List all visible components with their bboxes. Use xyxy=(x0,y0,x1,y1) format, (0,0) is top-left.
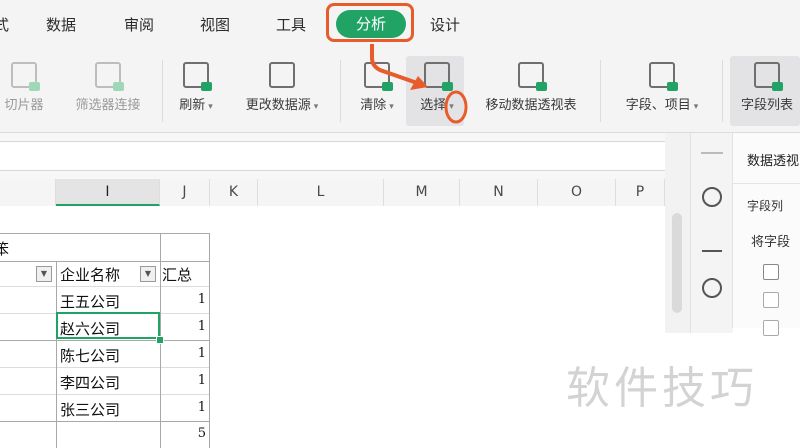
tab-design[interactable]: 设计 xyxy=(430,14,460,35)
header-company-cell[interactable]: 企业名称 xyxy=(60,264,120,285)
header-total-cell[interactable]: 汇总 xyxy=(162,264,192,285)
total-cell[interactable]: 1 xyxy=(166,319,206,334)
menu-tab-bar: 式 数据 审阅 视图 工具 分析 设计 xyxy=(0,0,800,50)
pivot-field-panel: 数据透视 字段列 将字段 xyxy=(732,133,800,336)
column-header-p[interactable]: P xyxy=(616,179,665,206)
drag-handle-icon[interactable] xyxy=(701,152,723,154)
column-header-row: I J K L M N O P xyxy=(0,179,665,207)
panel-divider xyxy=(733,183,800,184)
column-header-m[interactable]: M xyxy=(384,179,460,206)
scrollbar-thumb[interactable] xyxy=(672,213,682,313)
company-cell[interactable]: 王五公司 xyxy=(60,291,120,312)
refresh-dropdown-icon[interactable]: ▾ xyxy=(208,102,213,112)
company-cell[interactable]: 陈七公司 xyxy=(60,345,120,366)
filter-connection-button[interactable]: 筛选器连接 xyxy=(62,58,154,113)
field-list-section[interactable]: 字段列 xyxy=(747,197,783,214)
refresh-button[interactable]: 刷新 ▾ xyxy=(168,58,224,113)
total-cell[interactable]: 1 xyxy=(166,346,206,361)
field-list-button[interactable]: 字段列表 xyxy=(734,58,800,113)
clear-icon xyxy=(364,62,393,91)
slicer-label: 切片器 xyxy=(4,98,44,113)
field-checkbox[interactable] xyxy=(763,292,779,308)
formula-bar-area xyxy=(0,133,690,179)
total-cell[interactable]: 1 xyxy=(166,400,206,415)
column-header-o[interactable]: O xyxy=(538,179,616,206)
clear-label: 清除 xyxy=(360,98,387,113)
filter-connection-label: 筛选器连接 xyxy=(75,98,141,113)
ribbon-toolbar: 切片器 筛选器连接 刷新 ▾ 更改数据源 ▾ 清除 ▾ 选择 ▾ 移动数据透视表 字段、… xyxy=(0,50,800,133)
grand-total-cell[interactable]: 5 xyxy=(166,426,206,441)
clear-dropdown-icon[interactable]: ▾ xyxy=(389,102,394,112)
tab-format[interactable]: 式 xyxy=(0,14,9,35)
select-dropdown-icon[interactable]: ▾ xyxy=(449,102,454,112)
pivot-border xyxy=(0,261,210,262)
ribbon-divider xyxy=(722,60,723,122)
select-button[interactable]: 选择 ▾ xyxy=(410,58,464,113)
field-checkbox[interactable] xyxy=(763,320,779,336)
column-header-j[interactable]: J xyxy=(160,179,210,206)
watermark-text: 软件技巧 xyxy=(566,363,758,414)
pivot-border xyxy=(0,421,210,422)
total-cell[interactable]: 1 xyxy=(166,373,206,388)
fields-items-icon xyxy=(649,62,678,91)
text-style-icon[interactable] xyxy=(702,232,722,252)
pivot-border xyxy=(0,367,210,368)
pivot-border xyxy=(0,286,210,287)
annotation-highlight-box xyxy=(326,3,414,42)
tab-view[interactable]: 视图 xyxy=(200,14,230,35)
total-cell[interactable]: 1 xyxy=(166,292,206,307)
change-source-button[interactable]: 更改数据源 ▾ xyxy=(232,58,332,113)
refresh-icon xyxy=(183,62,212,91)
company-cell[interactable]: 张三公司 xyxy=(60,399,120,420)
change-source-label: 更改数据源 xyxy=(245,98,311,113)
slicer-button[interactable]: 切片器 xyxy=(0,58,52,113)
panel-hint: 将字段 xyxy=(751,235,791,250)
select-label: 选择 xyxy=(420,98,447,113)
ribbon-divider xyxy=(162,60,163,122)
chevron-down-icon[interactable]: ▼ xyxy=(36,266,52,282)
filter-connection-icon xyxy=(95,62,124,91)
tab-data[interactable]: 数据 xyxy=(46,14,76,35)
change-source-dropdown-icon[interactable]: ▾ xyxy=(314,102,319,112)
shapes-icon[interactable] xyxy=(702,187,722,207)
move-pivot-button[interactable]: 移动数据透视表 xyxy=(474,58,588,113)
tab-review[interactable]: 审阅 xyxy=(124,14,154,35)
refresh-label: 刷新 xyxy=(179,98,206,113)
company-cell[interactable]: 李四公司 xyxy=(60,372,120,393)
pivot-border xyxy=(56,261,57,448)
move-pivot-label: 移动数据透视表 xyxy=(485,98,577,113)
chevron-down-icon[interactable]: ▼ xyxy=(140,266,156,282)
column-header-l[interactable]: L xyxy=(258,179,384,206)
column-header-hidden[interactable] xyxy=(0,179,56,206)
field-checkbox[interactable] xyxy=(763,264,779,280)
fields-items-button[interactable]: 字段、项目 ▾ xyxy=(612,58,712,113)
pivot-title-cell[interactable]: 笨 xyxy=(0,238,9,259)
formula-input[interactable] xyxy=(0,141,680,171)
hexagon-icon[interactable] xyxy=(702,278,722,298)
field-list-icon xyxy=(754,62,783,91)
move-pivot-icon xyxy=(518,62,547,91)
column-header-n[interactable]: N xyxy=(460,179,538,206)
vertical-scrollbar[interactable] xyxy=(665,133,690,333)
slicer-icon xyxy=(11,62,40,91)
active-cell-border xyxy=(56,312,160,339)
change-source-icon xyxy=(269,62,295,88)
ribbon-divider xyxy=(340,60,341,122)
column-header-i[interactable]: I xyxy=(56,179,160,206)
pivot-border xyxy=(0,340,210,341)
ribbon-divider xyxy=(600,60,601,122)
column-header-k[interactable]: K xyxy=(210,179,258,206)
clear-button[interactable]: 清除 ▾ xyxy=(350,58,404,113)
fill-handle[interactable] xyxy=(156,336,164,344)
side-icon-strip xyxy=(690,133,733,333)
fields-items-dropdown-icon[interactable]: ▾ xyxy=(694,102,699,112)
pivot-border xyxy=(209,234,210,448)
pivot-border xyxy=(0,394,210,395)
pivot-border xyxy=(0,233,210,234)
panel-title: 数据透视 xyxy=(747,154,800,169)
select-icon xyxy=(424,62,453,91)
fields-items-label: 字段、项目 xyxy=(625,98,691,113)
field-list-label: 字段列表 xyxy=(740,98,793,113)
tab-tools[interactable]: 工具 xyxy=(276,14,306,35)
